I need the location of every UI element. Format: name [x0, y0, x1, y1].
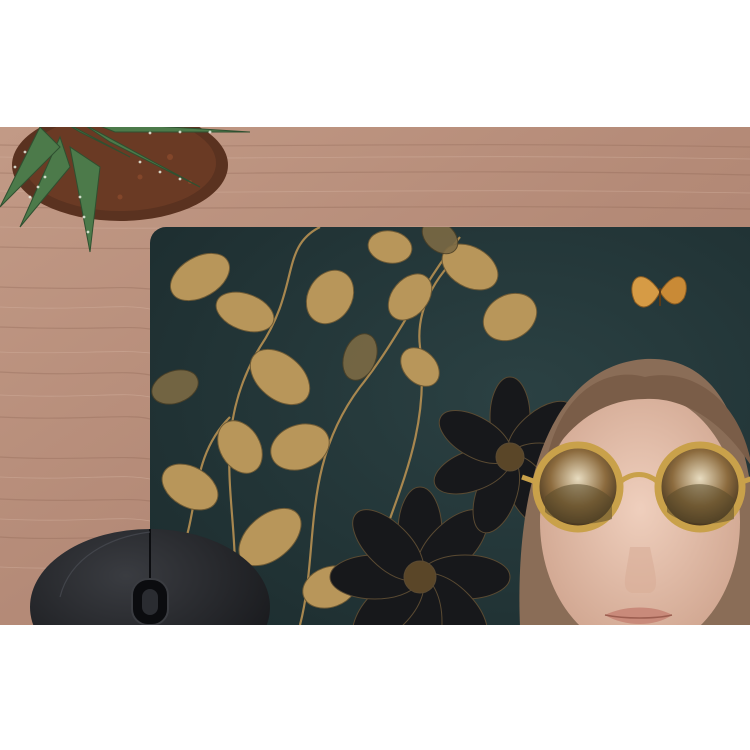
- product-photo: [0, 127, 750, 625]
